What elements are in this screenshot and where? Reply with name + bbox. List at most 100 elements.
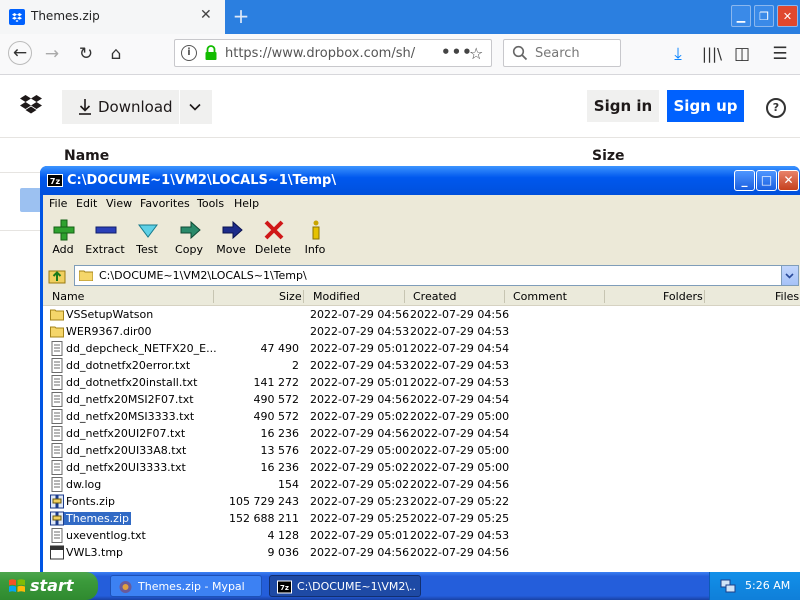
- file-modified: 2022-07-29 05:02: [310, 461, 410, 474]
- sidebar-icon[interactable]: ◫: [730, 42, 754, 66]
- chevron-down-icon[interactable]: [781, 266, 798, 285]
- add-button[interactable]: Add: [41, 217, 85, 261]
- chevron-down-icon[interactable]: [188, 100, 202, 114]
- window-minimize-button[interactable]: ▁: [731, 5, 751, 27]
- column-header-name[interactable]: Name: [64, 148, 109, 164]
- start-button[interactable]: start: [0, 572, 98, 600]
- home-icon[interactable]: ⌂: [104, 42, 128, 66]
- maximize-button[interactable]: □: [756, 170, 777, 191]
- network-icon[interactable]: [720, 578, 736, 594]
- menu-edit[interactable]: Edit: [76, 197, 97, 210]
- copy-button[interactable]: Copy: [167, 217, 211, 261]
- url-bar[interactable]: i https://www.dropbox.com/sh/ ••• ☆: [174, 39, 492, 67]
- downloads-icon[interactable]: ⤓: [666, 42, 690, 66]
- test-button[interactable]: Test: [125, 217, 169, 261]
- file-row[interactable]: dd_netfx20UI33A8.txt 13 576 2022-07-29 05:…: [43, 442, 800, 459]
- file-row[interactable]: dd_netfx20UI2F07.txt 16 236 2022-07-29 04:…: [43, 425, 800, 442]
- search-input[interactable]: Search: [503, 39, 621, 67]
- window-close-button[interactable]: ✕: [777, 5, 798, 27]
- 7zip-title-bar[interactable]: 7z C:\DOCUME~1\VM2\LOCALS~1\Temp\ _ □ ✕: [40, 166, 800, 195]
- tab-title: Themes.zip: [31, 9, 100, 23]
- header-created[interactable]: Created: [413, 290, 457, 303]
- sign-up-button[interactable]: Sign up: [667, 90, 744, 122]
- up-folder-icon[interactable]: [48, 267, 66, 285]
- url-text[interactable]: https://www.dropbox.com/sh/: [225, 46, 430, 61]
- file-created: 2022-07-29 05:00: [410, 444, 510, 457]
- site-info-icon[interactable]: i: [181, 45, 197, 61]
- page-actions-icon[interactable]: •••: [441, 43, 473, 61]
- taskbar-item-label: C:\DOCUME~1\VM2\...: [297, 580, 417, 593]
- file-row[interactable]: dd_dotnetfx20error.txt 2 2022-07-29 04:53 2…: [43, 357, 800, 374]
- start-label: start: [30, 576, 74, 595]
- library-icon[interactable]: |||\: [700, 42, 724, 66]
- file-size: 2: [292, 359, 299, 372]
- download-button[interactable]: Download: [62, 90, 212, 124]
- file-row[interactable]: VWL3.tmp 9 036 2022-07-29 04:56 2022-07-29 …: [43, 544, 800, 561]
- extract-button[interactable]: Extract: [83, 217, 127, 261]
- new-tab-button[interactable]: +: [229, 5, 253, 27]
- taskbar-item-7zip[interactable]: 7z C:\DOCUME~1\VM2\...: [269, 575, 421, 597]
- file-row-selected[interactable]: Themes.zip 152 688 211 2022-07-29 05:25 202…: [43, 510, 800, 527]
- header-modified[interactable]: Modified: [313, 290, 360, 303]
- taskbar-item-browser[interactable]: Themes.zip - Mypal: [110, 575, 262, 597]
- window-restore-button[interactable]: ❐: [754, 5, 774, 27]
- tab-close-icon[interactable]: ✕: [200, 8, 214, 22]
- file-row[interactable]: dd_dotnetfx20install.txt 141 272 2022-07-2…: [43, 374, 800, 391]
- menu-hamburger-icon[interactable]: ☰: [768, 42, 792, 66]
- taskbar-item-label: Themes.zip - Mypal: [138, 580, 245, 593]
- path-text[interactable]: C:\DOCUME~1\VM2\LOCALS~1\Temp\: [99, 269, 307, 282]
- copy-label: Copy: [175, 243, 203, 256]
- header-folders[interactable]: Folders: [663, 290, 703, 303]
- file-row[interactable]: Fonts.zip 105 729 243 2022-07-29 05:23 2022…: [43, 493, 800, 510]
- file-size: 490 572: [253, 393, 300, 406]
- menu-view[interactable]: View: [106, 197, 132, 210]
- bookmark-star-icon[interactable]: ☆: [469, 44, 483, 63]
- help-icon[interactable]: ?: [766, 98, 786, 118]
- minimize-button[interactable]: _: [734, 170, 755, 191]
- file-row[interactable]: dd_netfx20UI3333.txt 16 236 2022-07-29 05:…: [43, 459, 800, 476]
- browser-tab[interactable]: Themes.zip ✕: [0, 0, 225, 34]
- file-created: 2022-07-29 04:56: [410, 546, 510, 559]
- back-arrow-icon[interactable]: ←: [8, 41, 32, 65]
- file-size: 105 729 243: [229, 495, 299, 508]
- menu-tools[interactable]: Tools: [197, 197, 224, 210]
- header-files[interactable]: Files: [775, 290, 799, 303]
- file-row[interactable]: WER9367.dir00 2022-07-29 04:53 2022-07-29 …: [43, 323, 800, 340]
- windows-flag-icon: [9, 579, 25, 592]
- dropbox-logo-icon[interactable]: [20, 95, 42, 115]
- file-name: dd_netfx20UI2F07.txt: [66, 427, 186, 440]
- header-name[interactable]: Name: [52, 290, 84, 303]
- file-row[interactable]: uxeventlog.txt 4 128 2022-07-29 05:01 2022-…: [43, 527, 800, 544]
- sign-in-button[interactable]: Sign in: [587, 90, 659, 122]
- file-created: 2022-07-29 04:56: [410, 308, 510, 321]
- close-button[interactable]: ✕: [778, 170, 799, 191]
- file-row[interactable]: dd_depcheck_NETFX20_E... 47 490 2022-07-29…: [43, 340, 800, 357]
- file-size: 490 572: [253, 410, 300, 423]
- menu-help[interactable]: Help: [234, 197, 259, 210]
- file-row[interactable]: dd_netfx20MSI2F07.txt 490 572 2022-07-29 0…: [43, 391, 800, 408]
- move-button[interactable]: Move: [209, 217, 253, 261]
- forward-arrow-icon[interactable]: →: [40, 42, 64, 66]
- file-modified: 2022-07-29 04:56: [310, 308, 410, 321]
- move-label: Move: [216, 243, 246, 256]
- delete-button[interactable]: Delete: [251, 217, 295, 261]
- text-file-icon: [50, 477, 64, 492]
- file-modified: 2022-07-29 05:01: [310, 342, 410, 355]
- file-list[interactable]: Name Size Modified Created Comment Folde…: [43, 288, 800, 600]
- reload-icon[interactable]: ↻: [74, 42, 98, 66]
- file-modified: 2022-07-29 04:56: [310, 546, 410, 559]
- 7zip-app-icon: 7z: [47, 174, 63, 187]
- path-combobox[interactable]: C:\DOCUME~1\VM2\LOCALS~1\Temp\: [74, 265, 799, 286]
- column-header-size[interactable]: Size: [592, 148, 625, 164]
- menu-file[interactable]: File: [49, 197, 67, 210]
- file-row[interactable]: dw.log 154 2022-07-29 05:02 2022-07-29 04:5…: [43, 476, 800, 493]
- info-button[interactable]: Info: [293, 217, 337, 261]
- header-size[interactable]: Size: [279, 290, 302, 303]
- move-arrow-icon: [222, 220, 243, 240]
- file-row[interactable]: VSSetupWatson 2022-07-29 04:56 2022-07-29 …: [43, 306, 800, 323]
- toolbar: Add Extract Test Copy Move Delete Info: [43, 215, 800, 261]
- add-plus-icon: [53, 219, 75, 241]
- header-comment[interactable]: Comment: [513, 290, 567, 303]
- file-row[interactable]: dd_netfx20MSI3333.txt 490 572 2022-07-29 0…: [43, 408, 800, 425]
- menu-favorites[interactable]: Favorites: [140, 197, 190, 210]
